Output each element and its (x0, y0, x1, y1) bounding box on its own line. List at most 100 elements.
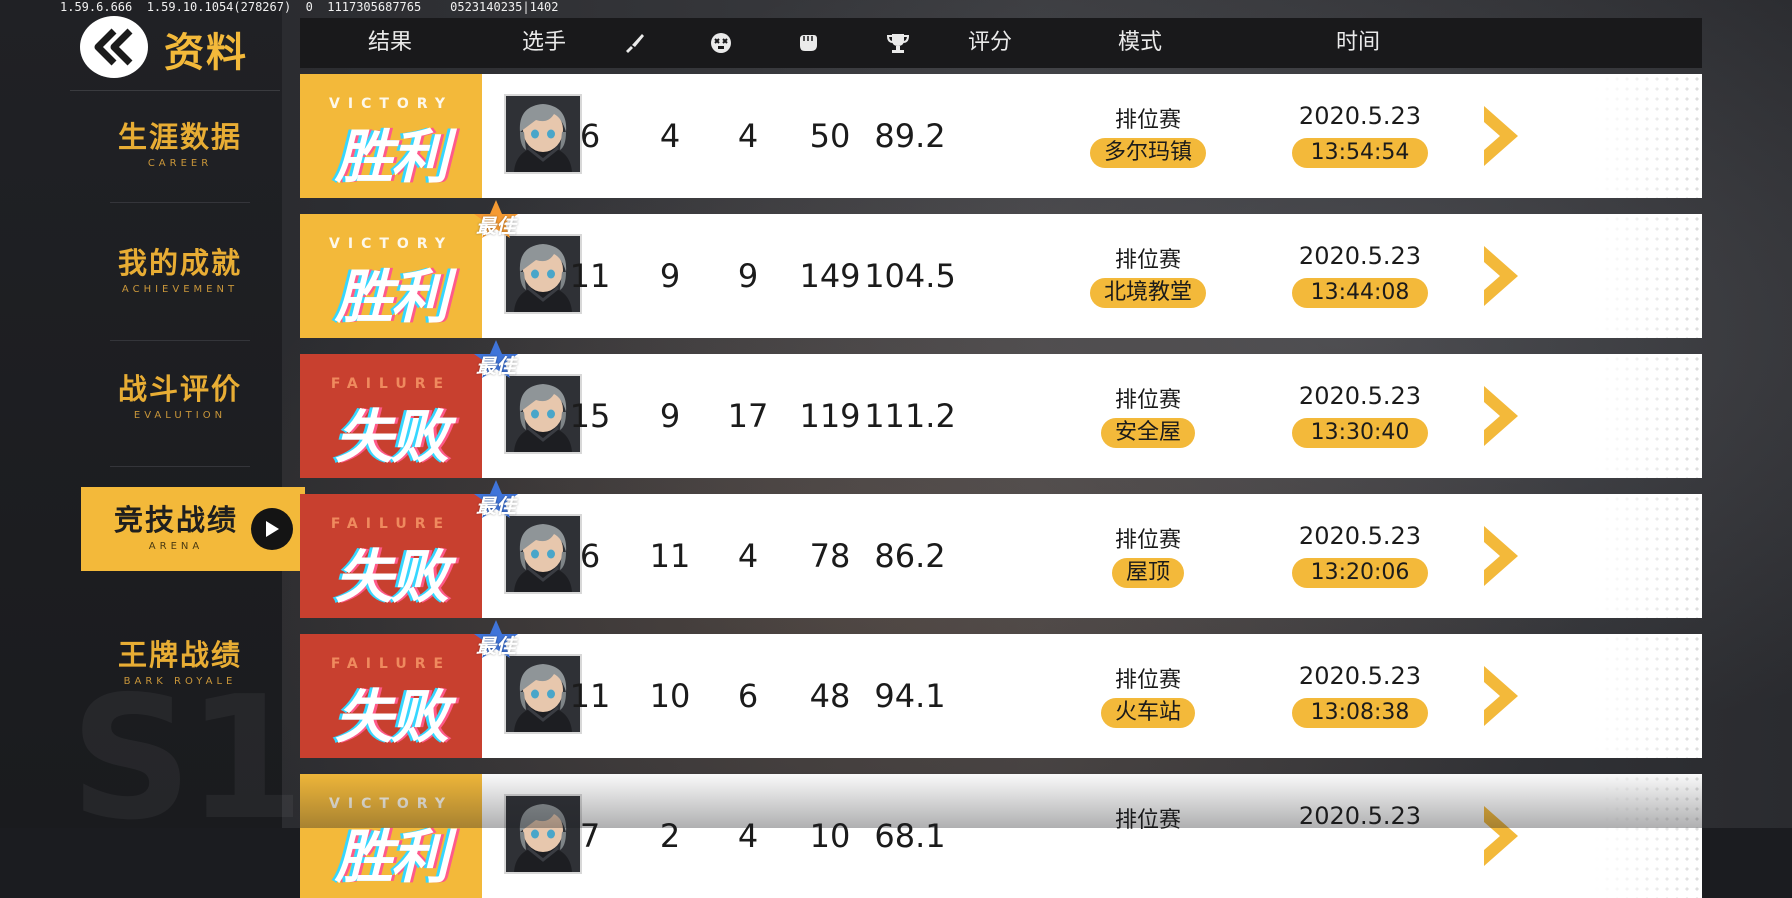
result-banner: VICTORY 胜利 (300, 774, 482, 898)
dot-pattern (1592, 74, 1702, 198)
kills-value: 6 (579, 117, 601, 155)
chevron-right-icon[interactable] (1480, 662, 1522, 730)
score-value: 111.2 (864, 397, 956, 435)
result-banner: FAILURE 失败 (300, 354, 482, 478)
column-header-time: 时间 (1335, 30, 1381, 55)
sidebar-item-label: 战斗评价 (117, 372, 242, 406)
chevron-right-icon[interactable] (1480, 802, 1522, 870)
match-row[interactable]: FAILURE 失败 最佳 15 9 17 119 111.2 排位赛 安全屋 … (300, 340, 1702, 478)
trophies-value: 119 (799, 397, 861, 435)
match-row[interactable]: VICTORY 胜利 7 2 4 10 68.1 排位赛 2020.5.23 (300, 774, 1702, 898)
sidebar-item-sublabel: ARENA (148, 541, 204, 552)
sidebar-divider (110, 466, 250, 467)
trophies-value: 78 (809, 537, 851, 575)
best-badge: 最佳 (474, 198, 538, 248)
assists-value: 4 (737, 817, 759, 855)
trophies-value: 149 (799, 257, 861, 295)
sidebar-item-label: 生涯数据 (117, 120, 242, 154)
table-header: 结果 选手 评分 模式 时间 (300, 18, 1702, 68)
chevron-right-icon[interactable] (1480, 242, 1522, 310)
dot-pattern (1592, 774, 1702, 898)
deaths-value: 4 (659, 117, 681, 155)
mode-type: 排位赛 (1114, 528, 1182, 553)
result-banner: VICTORY 胜利 (300, 214, 482, 338)
play-icon (251, 508, 293, 550)
score-value: 86.2 (874, 537, 946, 575)
deaths-value: 9 (659, 257, 681, 295)
best-badge-label: 最佳 (476, 354, 516, 378)
sidebar-item-label: 我的成就 (117, 246, 242, 280)
score-value: 94.1 (874, 677, 946, 715)
dot-pattern (1592, 214, 1702, 338)
column-header-player: 选手 (521, 30, 567, 55)
score-value: 68.1 (874, 817, 946, 855)
assists-value: 9 (737, 257, 759, 295)
best-badge-label: 最佳 (476, 214, 516, 238)
page-title: 资料 (164, 30, 248, 76)
match-date: 2020.5.23 (1298, 662, 1422, 690)
match-time: 13:08:38 (1292, 698, 1428, 728)
result-label: 失败 (334, 403, 449, 471)
best-badge-label: 最佳 (476, 494, 516, 518)
map-badge: 北境教堂 (1089, 278, 1207, 308)
mode-type: 排位赛 (1114, 808, 1182, 833)
match-row[interactable]: VICTORY 胜利 最佳 11 9 9 149 104.5 排位赛 北境教堂 … (300, 200, 1702, 338)
sidebar-item-sublabel: EVALUTION (133, 410, 227, 421)
best-badge: 最佳 (474, 478, 538, 528)
result-label: 胜利 (334, 823, 449, 891)
assists-value: 17 (727, 397, 769, 435)
sidebar-divider (110, 340, 250, 341)
sidebar-item-label: 竞技战绩 (113, 503, 238, 537)
match-row[interactable]: FAILURE 失败 最佳 11 10 6 48 94.1 排位赛 火车站 20… (300, 620, 1702, 758)
score-value: 89.2 (874, 117, 946, 155)
map-badge: 安全屋 (1100, 418, 1196, 448)
result-banner: FAILURE 失败 (300, 494, 482, 618)
title-divider (70, 90, 280, 91)
sidebar-item-career[interactable]: 生涯数据 CAREER (80, 104, 280, 188)
sidebar-item-sublabel: BARK ROYALE (123, 676, 237, 687)
sidebar-item-achievement[interactable]: 我的成就 ACHIEVEMENT (80, 230, 280, 314)
match-time: 13:54:54 (1292, 138, 1428, 168)
deaths-value: 10 (649, 677, 691, 715)
dot-pattern (1592, 494, 1702, 618)
best-badge-label: 最佳 (476, 634, 516, 658)
match-row[interactable]: VICTORY 胜利 6 4 4 50 89.2 排位赛 多尔玛镇 2020.5… (300, 74, 1702, 198)
debug-build-info: 1.59.6.666 1.59.10.1054(278267) 0 111730… (60, 0, 559, 14)
fist-icon (796, 18, 820, 68)
sidebar-item-sublabel: CAREER (147, 158, 213, 169)
match-time: 13:20:06 (1292, 558, 1428, 588)
deaths-value: 9 (659, 397, 681, 435)
chevron-right-icon[interactable] (1480, 382, 1522, 450)
skull-icon (709, 18, 733, 68)
sidebar-item-bark-royale[interactable]: 王牌战绩 BARK ROYALE (80, 622, 280, 706)
mode-type: 排位赛 (1114, 248, 1182, 273)
result-label: 失败 (334, 683, 449, 751)
result-label: 胜利 (334, 263, 449, 331)
assists-value: 4 (737, 117, 759, 155)
assists-value: 6 (737, 677, 759, 715)
player-avatar (504, 794, 582, 874)
sidebar-item-arena[interactable]: 竞技战绩 ARENA (81, 487, 305, 571)
chevron-right-icon[interactable] (1480, 522, 1522, 590)
result-banner: FAILURE 失败 (300, 634, 482, 758)
deaths-value: 11 (649, 537, 691, 575)
dot-pattern (1592, 354, 1702, 478)
column-header-result: 结果 (367, 30, 413, 55)
back-button[interactable] (80, 16, 148, 78)
dot-pattern (1592, 634, 1702, 758)
kills-value: 15 (569, 397, 611, 435)
trophies-value: 10 (809, 817, 851, 855)
sidebar-item-evaluation[interactable]: 战斗评价 EVALUTION (80, 356, 280, 440)
match-row[interactable]: FAILURE 失败 最佳 6 11 4 78 86.2 排位赛 屋顶 2020… (300, 480, 1702, 618)
player-avatar (504, 94, 582, 174)
trophies-value: 48 (809, 677, 851, 715)
sidebar-divider (110, 202, 250, 203)
kills-value: 11 (569, 677, 611, 715)
sidebar-item-label: 王牌战绩 (117, 638, 242, 672)
result-label: 失败 (334, 543, 449, 611)
chevron-right-icon[interactable] (1480, 102, 1522, 170)
best-badge: 最佳 (474, 338, 538, 388)
kills-value: 11 (569, 257, 611, 295)
match-time: 13:44:08 (1292, 278, 1428, 308)
kills-value: 6 (579, 537, 601, 575)
